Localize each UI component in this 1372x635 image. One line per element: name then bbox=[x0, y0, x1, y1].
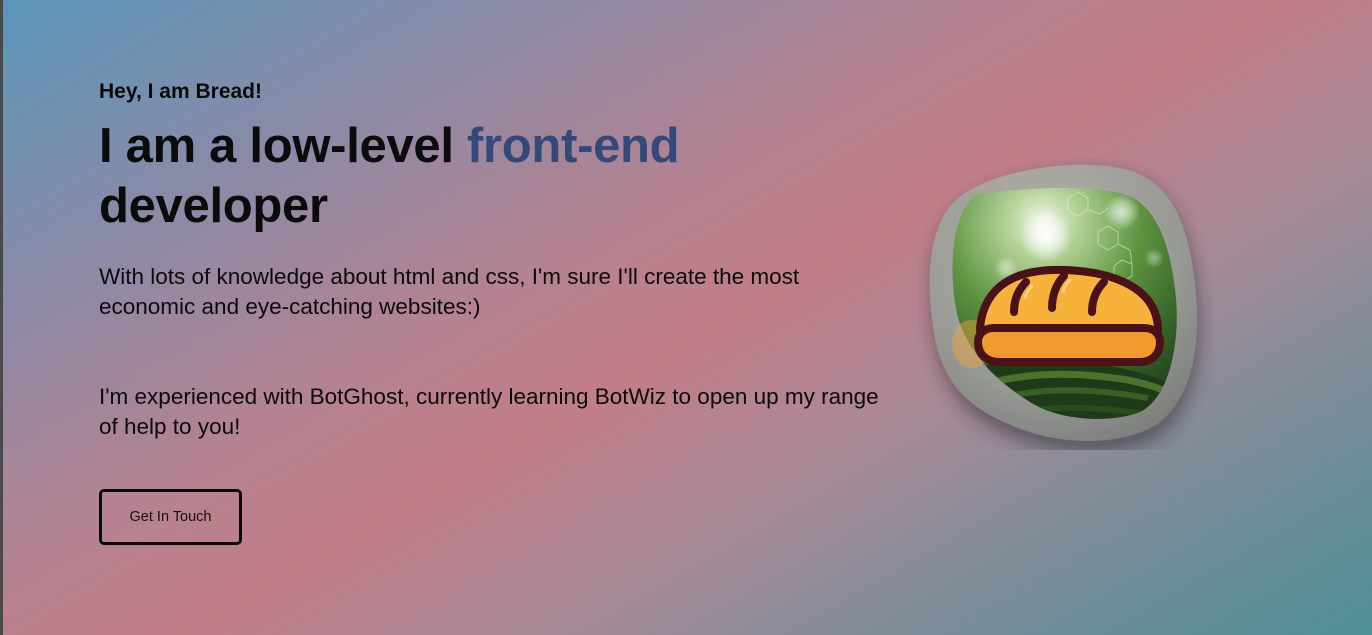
blob-picture bbox=[929, 164, 1200, 450]
window-left-edge bbox=[0, 0, 3, 635]
headline-suffix: developer bbox=[99, 179, 328, 233]
get-in-touch-button[interactable]: Get In Touch bbox=[99, 489, 242, 545]
headline-accent: front-end bbox=[467, 119, 680, 173]
greeting-text: Hey, I am Bread! bbox=[99, 80, 263, 103]
hero-description: With lots of knowledge about html and cs… bbox=[99, 264, 800, 319]
hero-section: Hey, I am Bread! I am a low-level front-… bbox=[99, 78, 899, 442]
page-headline: I am a low-level front-end developer bbox=[99, 116, 899, 236]
hero-experience: I'm experienced with BotGhost, currently… bbox=[99, 384, 879, 439]
headline-prefix: I am a low-level bbox=[99, 119, 454, 173]
hero-image bbox=[918, 158, 1214, 450]
